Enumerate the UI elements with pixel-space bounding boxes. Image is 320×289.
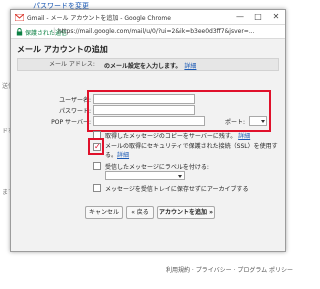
url-separator: | bbox=[53, 27, 56, 35]
gmail-icon bbox=[15, 14, 24, 21]
email-address-label: メール アドレス: bbox=[49, 61, 95, 68]
maximize-button[interactable]: □ bbox=[249, 10, 267, 24]
instruction-details-link[interactable]: 詳細 bbox=[184, 63, 196, 70]
password-label: パスワード: bbox=[58, 108, 91, 115]
chevron-down-icon bbox=[178, 175, 182, 178]
ssl-option-text-line2: る。詳細 bbox=[105, 152, 130, 159]
pop-server-label: POP サーバー: bbox=[51, 119, 91, 126]
close-button[interactable]: ✕ bbox=[267, 10, 285, 24]
keep-copy-option: 取得したメッセージのコピーをサーバーに残す。 詳細 bbox=[105, 133, 251, 140]
username-label: ユーザー名: bbox=[59, 97, 91, 104]
ssl-checkbox-highlight bbox=[88, 138, 104, 155]
ssl-details-link[interactable]: 詳細 bbox=[117, 152, 129, 159]
fields-highlight bbox=[87, 90, 271, 132]
archive-checkbox[interactable] bbox=[93, 184, 101, 192]
address-bar[interactable]: 保護された通信 | https://mail.google.com/mail/u… bbox=[11, 25, 285, 39]
label-select[interactable] bbox=[105, 171, 185, 180]
window-title: Gmail - メール アカウントを追加 - Google Chrome bbox=[27, 15, 171, 22]
lock-icon bbox=[16, 28, 23, 36]
instruction-text: のメール設定を入力します。 詳細 bbox=[104, 63, 197, 70]
add-account-button[interactable]: アカウントを追加 » bbox=[157, 206, 215, 219]
back-button[interactable]: « 戻る bbox=[126, 206, 154, 219]
cancel-button[interactable]: キャンセル bbox=[85, 206, 123, 219]
apply-label-option: 受信したメッセージにラベルを付ける: bbox=[105, 164, 209, 171]
window-titlebar[interactable]: Gmail - メール アカウントを追加 - Google Chrome — □… bbox=[11, 10, 285, 25]
footer-links[interactable]: 利用規約 · プライバシー · プログラム ポリシー bbox=[166, 265, 293, 274]
add-account-popup-window: Gmail - メール アカウントを追加 - Google Chrome — □… bbox=[10, 9, 286, 252]
url-text[interactable]: https://mail.google.com/mail/u/0/?ui=2&i… bbox=[58, 28, 255, 35]
ssl-option-text: メールの取得にセキュリティで保護された接続（SSL）を使用す bbox=[105, 143, 278, 150]
archive-option: メッセージを受信トレイに保存せずにアーカイブする bbox=[105, 186, 249, 193]
apply-label-checkbox[interactable] bbox=[93, 162, 101, 170]
keep-copy-details-link[interactable]: 詳細 bbox=[238, 133, 250, 140]
minimize-button[interactable]: — bbox=[231, 10, 249, 24]
dialog-heading: メール アカウントの追加 bbox=[17, 45, 108, 54]
